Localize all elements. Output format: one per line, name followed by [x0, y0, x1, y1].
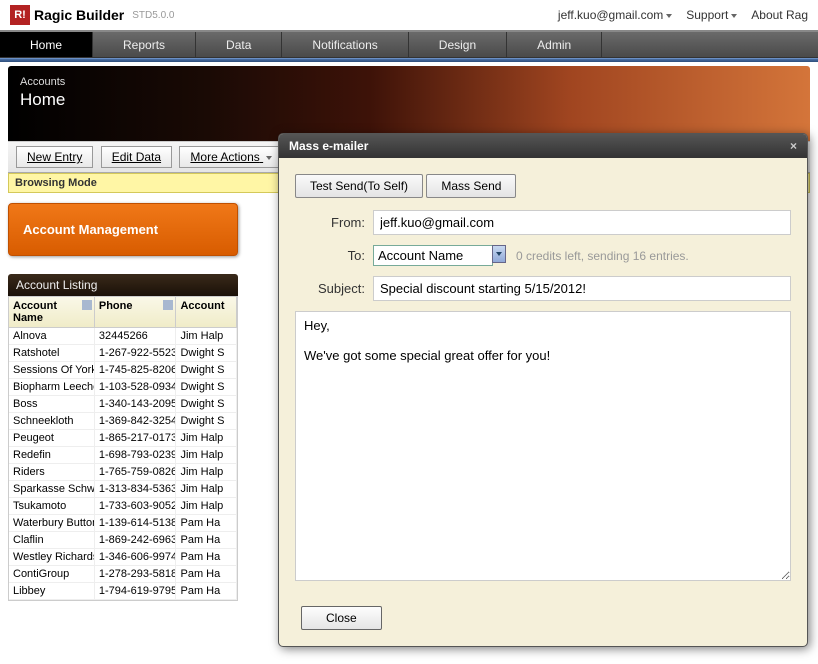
test-send-button[interactable]: Test Send(To Self)	[295, 174, 423, 198]
col-phone[interactable]: Phone	[95, 297, 177, 327]
accent-strip	[0, 58, 818, 62]
table-row[interactable]: Riders1-765-759-0826Jim Halp	[9, 464, 237, 481]
account-management-button[interactable]: Account Management	[8, 203, 238, 256]
more-actions-button[interactable]: More Actions	[179, 146, 283, 168]
table-row[interactable]: ContiGroup1-278-293-5818Pam Ha	[9, 566, 237, 583]
table-row[interactable]: Waterbury Button1-139-614-5138Pam Ha	[9, 515, 237, 532]
nav-notifications[interactable]: Notifications	[282, 32, 408, 57]
close-button[interactable]: Close	[301, 606, 382, 630]
col-account-rep[interactable]: Account	[176, 297, 237, 327]
caret-down-icon	[266, 156, 272, 160]
about-link[interactable]: About Rag	[751, 8, 808, 22]
edit-data-button[interactable]: Edit Data	[101, 146, 172, 168]
table-row[interactable]: Sessions Of York1-745-825-8206Dwight S	[9, 362, 237, 379]
close-icon[interactable]: ×	[790, 139, 797, 153]
sidebar: Account Management Account Listing Accou…	[8, 203, 238, 601]
table-row[interactable]: Redefin1-698-793-0239Jim Halp	[9, 447, 237, 464]
table-row[interactable]: Claflin1-869-242-6963Pam Ha	[9, 532, 237, 549]
nav-data[interactable]: Data	[196, 32, 282, 57]
user-menu[interactable]: jeff.kuo@gmail.com	[558, 8, 672, 22]
support-menu[interactable]: Support	[686, 8, 737, 22]
to-label: To:	[295, 248, 365, 263]
listing-header-row: Account Name Phone Account	[9, 297, 237, 328]
nav-home[interactable]: Home	[0, 32, 93, 57]
from-label: From:	[295, 215, 365, 230]
table-row[interactable]: Ratshotel1-267-922-5523Dwight S	[9, 345, 237, 362]
col-account-name[interactable]: Account Name	[9, 297, 95, 327]
banner: Accounts Home	[8, 66, 810, 141]
app-version: STD5.0.0	[132, 10, 174, 21]
table-row[interactable]: Alnova32445266Jim Halp	[9, 328, 237, 345]
table-row[interactable]: Libbey1-794-619-9795Pam Ha	[9, 583, 237, 600]
to-select[interactable]: Account Name	[373, 245, 493, 266]
caret-down-icon	[731, 14, 737, 18]
new-entry-button[interactable]: New Entry	[16, 146, 93, 168]
nav-reports[interactable]: Reports	[93, 32, 196, 57]
modal-title: Mass e-mailer	[289, 139, 368, 153]
top-header: R! Ragic Builder STD5.0.0 jeff.kuo@gmail…	[0, 0, 818, 30]
listing-grid: Account Name Phone Account Alnova3244526…	[8, 296, 238, 601]
table-row[interactable]: Sparkasse Schw1-313-834-5363Jim Halp	[9, 481, 237, 498]
table-row[interactable]: Tsukamoto1-733-603-9052Jim Halp	[9, 498, 237, 515]
nav-design[interactable]: Design	[409, 32, 507, 57]
app-name: Ragic Builder	[34, 7, 124, 23]
table-row[interactable]: Westley Richards1-346-606-9974Pam Ha	[9, 549, 237, 566]
nav-bar: Home Reports Data Notifications Design A…	[0, 30, 818, 58]
message-body[interactable]	[295, 311, 791, 581]
listing-title: Account Listing	[8, 274, 238, 296]
logo-icon: R!	[10, 5, 30, 25]
filter-icon[interactable]	[82, 300, 92, 310]
subject-label: Subject:	[295, 281, 365, 296]
table-row[interactable]: Schneekloth1-369-842-3254Dwight S	[9, 413, 237, 430]
chevron-down-icon[interactable]	[492, 245, 506, 263]
from-input[interactable]	[373, 210, 791, 235]
breadcrumb[interactable]: Accounts	[20, 76, 798, 88]
table-row[interactable]: Biopharm Leeche1-103-528-0934Dwight S	[9, 379, 237, 396]
table-row[interactable]: Boss1-340-143-2095Dwight S	[9, 396, 237, 413]
page-title: Home	[20, 90, 798, 110]
credits-text: 0 credits left, sending 16 entries.	[516, 249, 689, 263]
caret-down-icon	[666, 14, 672, 18]
mass-send-button[interactable]: Mass Send	[426, 174, 516, 198]
subject-input[interactable]	[373, 276, 791, 301]
filter-icon[interactable]	[163, 300, 173, 310]
mass-emailer-modal: Mass e-mailer × Test Send(To Self) Mass …	[278, 133, 808, 647]
nav-admin[interactable]: Admin	[507, 32, 602, 57]
table-row[interactable]: Peugeot1-865-217-0173Jim Halp	[9, 430, 237, 447]
modal-header[interactable]: Mass e-mailer ×	[279, 134, 807, 158]
